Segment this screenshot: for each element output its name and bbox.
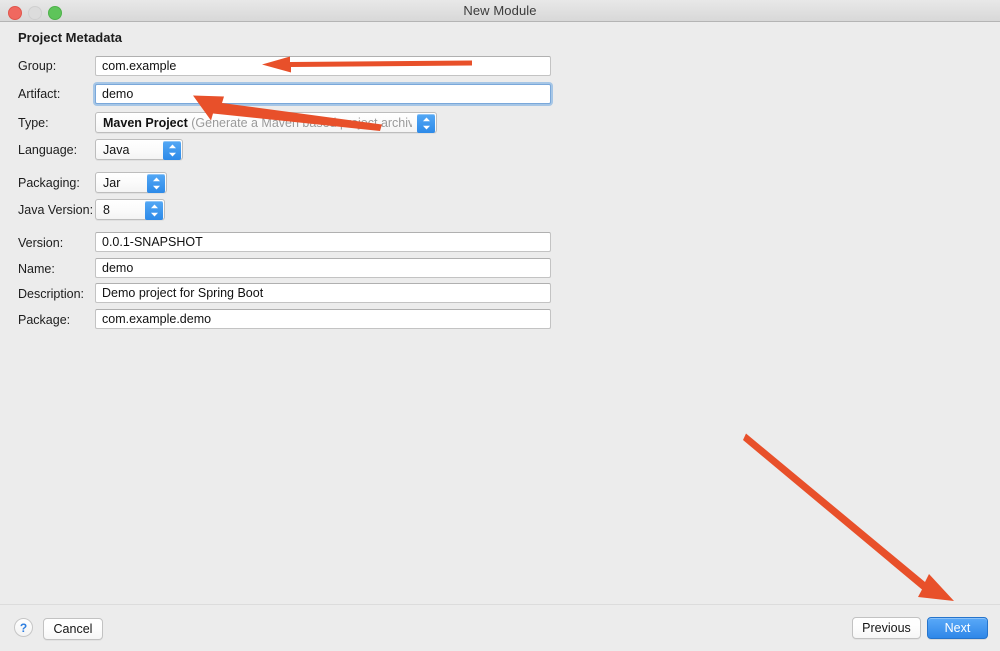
description-label: Description: [18, 287, 84, 301]
field-row-version: Version: [0, 232, 1000, 254]
chevron-updown-icon[interactable] [163, 141, 181, 160]
chevron-updown-icon[interactable] [147, 174, 165, 193]
type-label: Type: [18, 116, 49, 130]
window-titlebar: New Module [0, 0, 1000, 22]
java-version-label: Java Version: [18, 203, 94, 217]
java-version-select[interactable]: 8 [95, 199, 165, 220]
package-label: Package: [18, 313, 71, 327]
type-select-value: Maven Project (Generate a Maven based pr… [103, 113, 412, 133]
field-row-language: Language: Java [0, 139, 1000, 161]
field-row-java-version: Java Version: 8 [0, 199, 1000, 221]
field-row-type: Type: Maven Project (Generate a Maven ba… [0, 112, 1000, 134]
chevron-updown-icon[interactable] [145, 201, 163, 220]
field-row-artifact: Artifact: [0, 83, 1000, 105]
name-label: Name: [18, 262, 55, 276]
field-row-package: Package: [0, 309, 1000, 331]
window-title: New Module [463, 3, 537, 18]
group-label: Group: [18, 59, 57, 73]
description-input[interactable] [95, 283, 551, 303]
field-row-name: Name: [0, 258, 1000, 280]
next-button[interactable]: Next [927, 617, 988, 639]
packaging-select-value: Jar [103, 176, 121, 190]
field-row-group: Group: [0, 55, 1000, 77]
package-input[interactable] [95, 309, 551, 329]
java-version-select-value: 8 [103, 203, 110, 217]
packaging-select[interactable]: Jar [95, 172, 167, 193]
group-input[interactable] [95, 56, 551, 76]
language-select[interactable]: Java [95, 139, 183, 160]
new-module-dialog: New Module Project Metadata Group: Artif… [0, 0, 1000, 651]
language-label: Language: [18, 143, 78, 157]
type-select[interactable]: Maven Project (Generate a Maven based pr… [95, 112, 437, 133]
field-row-description: Description: [0, 283, 1000, 305]
version-input[interactable] [95, 232, 551, 252]
section-title: Project Metadata [18, 30, 123, 45]
name-input[interactable] [95, 258, 551, 278]
artifact-input[interactable] [95, 84, 551, 104]
previous-button[interactable]: Previous [852, 617, 921, 639]
dialog-button-bar [0, 604, 1000, 651]
packaging-label: Packaging: [18, 176, 80, 190]
chevron-updown-icon[interactable] [417, 114, 435, 133]
type-select-value-hint: (Generate a Maven based project archive.… [191, 116, 412, 130]
cancel-button[interactable]: Cancel [43, 618, 103, 640]
language-select-value: Java [103, 143, 130, 157]
type-select-value-bold: Maven Project [103, 116, 188, 130]
artifact-label: Artifact: [18, 87, 61, 101]
dialog-content: Project Metadata Group: Artifact: Type: … [0, 22, 1000, 651]
help-button[interactable]: ? [14, 618, 33, 637]
version-label: Version: [18, 236, 64, 250]
field-row-packaging: Packaging: Jar [0, 172, 1000, 194]
